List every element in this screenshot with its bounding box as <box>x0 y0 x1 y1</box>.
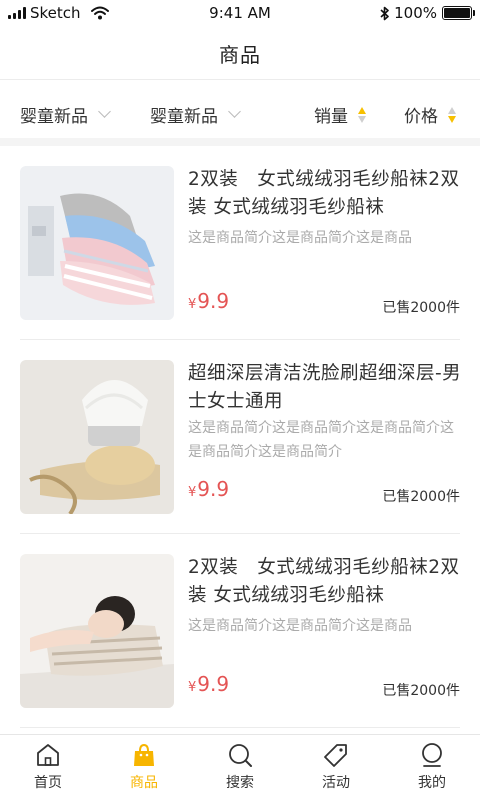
product-list: 2双装 女式绒绒羽毛纱船袜2双装 女式绒绒羽毛纱船袜 这是商品简介这是商品简介这… <box>0 146 480 728</box>
product-item[interactable]: 2双装 女式绒绒羽毛纱船袜2双装 女式绒绒羽毛纱船袜 这是商品简介这是商品简介这… <box>20 146 460 340</box>
product-desc: 这是商品简介这是商品简介这是商品 <box>188 618 412 634</box>
price-value: 9.9 <box>197 289 230 313</box>
sort-label: 价格 <box>404 107 438 127</box>
status-right: 100% <box>380 4 475 22</box>
sort-label: 销量 <box>314 107 348 127</box>
nav-bar: 商品 <box>0 28 480 80</box>
product-price: ¥9.9 <box>188 672 229 696</box>
tab-label: 活动 <box>322 775 350 791</box>
sort-arrows-icon <box>358 106 366 123</box>
filter-bar: 婴童新品 婴童新品 销量 价格 <box>0 80 480 146</box>
product-image[interactable] <box>20 166 174 320</box>
status-bar: Sketch 9:41 AM 100% <box>0 0 480 28</box>
price-value: 9.9 <box>197 477 230 501</box>
battery-percent: 100% <box>394 4 437 22</box>
tag-icon <box>322 741 350 769</box>
battery-icon <box>442 6 475 20</box>
filter-category-1[interactable]: 婴童新品 <box>20 102 111 127</box>
currency-symbol: ¥ <box>188 680 197 695</box>
bag-icon <box>130 741 158 769</box>
chevron-down-icon <box>228 105 241 118</box>
face-brush-icon <box>20 360 174 514</box>
product-desc: 这是商品简介这是商品简介这是商品 <box>188 230 412 246</box>
currency-symbol: ¥ <box>188 485 197 500</box>
product-item[interactable]: 超细深层清洁洗脸刷超细深层-男士女士通用 这是商品简介这是商品简介这是商品简介这… <box>20 340 462 534</box>
chevron-down-icon <box>98 105 111 118</box>
bluetooth-icon <box>380 6 389 20</box>
sold-count: 已售2000件 <box>382 489 460 505</box>
product-image[interactable] <box>20 360 174 514</box>
tab-label: 商品 <box>130 775 158 791</box>
price-value: 9.9 <box>197 672 230 696</box>
tab-search[interactable]: 搜索 <box>192 735 288 800</box>
product-image[interactable] <box>20 554 174 708</box>
search-icon <box>226 741 254 769</box>
filter-category-2[interactable]: 婴童新品 <box>150 102 241 127</box>
tab-label: 搜索 <box>226 775 254 791</box>
tab-label: 我的 <box>418 775 446 791</box>
sort-sales[interactable]: 销量 <box>314 102 366 127</box>
filter-label: 婴童新品 <box>150 107 218 127</box>
tab-mine[interactable]: 我的 <box>384 735 480 800</box>
product-desc: 这是商品简介这是商品简介这是商品简介这是商品简介这是商品简介 <box>188 420 454 460</box>
sort-price[interactable]: 价格 <box>404 102 456 127</box>
tab-bar: 首页 商品 搜索 活动 我的 <box>0 734 480 800</box>
tab-label: 首页 <box>34 775 62 791</box>
tab-home[interactable]: 首页 <box>0 735 96 800</box>
pillow-icon <box>20 554 174 708</box>
product-title[interactable]: 超细深层清洁洗脸刷超细深层-男士女士通用 <box>188 360 462 416</box>
sold-count: 已售2000件 <box>382 683 460 699</box>
tab-products[interactable]: 商品 <box>96 735 192 800</box>
filter-label: 婴童新品 <box>20 107 88 127</box>
product-item[interactable]: 2双装 女式绒绒羽毛纱船袜2双装 女式绒绒羽毛纱船袜 这是商品简介这是商品简介这… <box>20 534 460 728</box>
user-icon <box>418 741 446 769</box>
product-title[interactable]: 2双装 女式绒绒羽毛纱船袜2双装 女式绒绒羽毛纱船袜 <box>188 166 462 222</box>
product-price: ¥9.9 <box>188 477 229 501</box>
home-icon <box>34 741 62 769</box>
product-title[interactable]: 2双装 女式绒绒羽毛纱船袜2双装 女式绒绒羽毛纱船袜 <box>188 554 462 610</box>
sold-count: 已售2000件 <box>382 300 460 316</box>
product-price: ¥9.9 <box>188 289 229 313</box>
page-title: 商品 <box>219 43 261 67</box>
socks-icon <box>20 166 174 320</box>
currency-symbol: ¥ <box>188 297 197 312</box>
sort-arrows-icon <box>448 106 456 123</box>
tab-activity[interactable]: 活动 <box>288 735 384 800</box>
